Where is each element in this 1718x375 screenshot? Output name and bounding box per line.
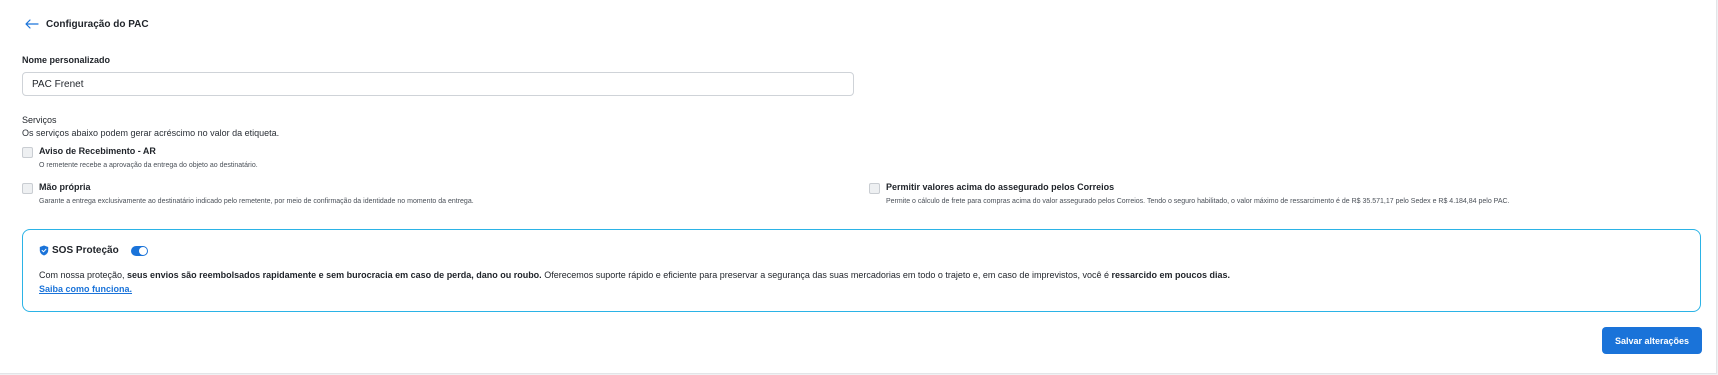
sos-description: Com nossa proteção, seus envios são reem… [39,270,1230,280]
pac-config-card: Configuração do PAC Nome personalizado S… [0,0,1717,374]
option-aviso-recebimento: Aviso de Recebimento - AR O remetente re… [22,146,258,170]
aviso-recebimento-checkbox[interactable] [22,147,33,158]
sos-protection-box: SOS Proteção Com nossa proteção, seus en… [22,229,1701,312]
shield-icon [39,245,49,256]
sos-learn-more-link[interactable]: Saiba como funciona. [39,284,132,294]
option-title: Permitir valores acima do assegurado pel… [886,182,1115,192]
mao-propria-checkbox[interactable] [22,183,33,194]
sos-text-part: Com nossa proteção, [39,270,128,280]
option-description: Permite o cálculo de frete para compras … [886,198,1510,205]
sos-text-bold: ressarcido em poucos dias. [1111,270,1231,280]
toggle-knob [138,246,147,255]
option-valores-acima: Permitir valores acima do assegurado pel… [869,182,1510,206]
option-title: Mão própria [39,182,91,192]
sos-title: SOS Proteção [52,245,119,256]
page-header: Configuração do PAC [22,16,149,32]
sos-text-part: Oferecemos suporte rápido e eficiente pa… [541,270,1112,280]
services-title: Serviços [22,115,57,125]
custom-name-input[interactable] [22,72,854,96]
option-description: O remetente recebe a aprovação da entreg… [39,162,258,169]
arrow-left-icon [25,19,39,29]
option-title: Aviso de Recebimento - AR [39,146,156,156]
option-description: Garante a entrega exclusivamente ao dest… [39,198,474,205]
option-mao-propria: Mão própria Garante a entrega exclusivam… [22,182,474,206]
back-button[interactable] [22,16,42,32]
sos-toggle[interactable] [130,245,148,256]
custom-name-label: Nome personalizado [22,55,111,65]
save-changes-button[interactable]: Salvar alterações [1602,327,1702,354]
services-subtitle: Os serviços abaixo podem gerar acréscimo… [22,128,280,138]
sos-text-bold: seus envios são reembolsados rapidamente… [127,270,542,280]
valores-acima-checkbox[interactable] [869,183,880,194]
sos-header: SOS Proteção [39,245,148,256]
page-title: Configuração do PAC [46,18,149,30]
